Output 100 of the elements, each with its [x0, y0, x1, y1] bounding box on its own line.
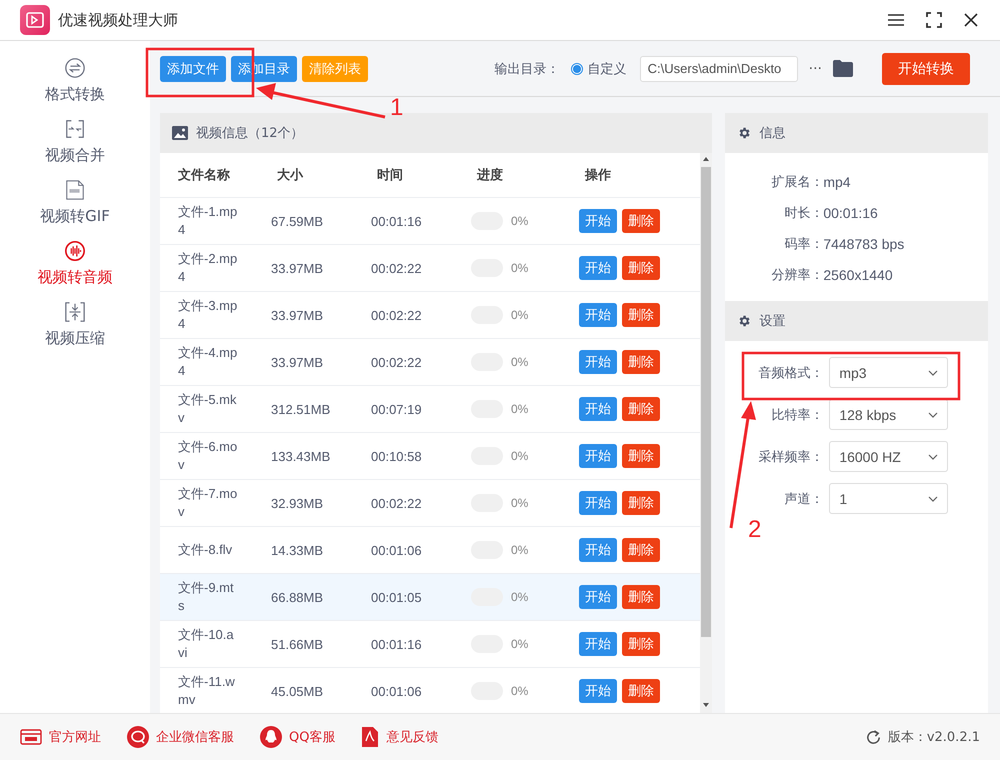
footer-link[interactable]: 官方网址: [20, 728, 101, 746]
progress-percent: 0%: [511, 261, 528, 275]
sidebar-item[interactable]: 视频压缩: [45, 301, 105, 348]
setting-dropdown[interactable]: 128 kbps: [829, 399, 948, 430]
file-duration: 00:02:22: [371, 496, 423, 510]
file-row[interactable]: 文件-1.mp4 67.59MB 00:01:16 0% 开始 删除: [160, 198, 700, 245]
document-icon: [361, 726, 380, 748]
setting-label: 音频格式：: [757, 364, 824, 382]
file-size: 312.51MB: [271, 402, 332, 416]
file-name: 文件-11.wmv: [178, 673, 236, 709]
start-button[interactable]: 开始: [579, 397, 617, 421]
column-header: 操作: [585, 167, 612, 184]
menu-icon[interactable]: [888, 14, 904, 26]
panel-title: 信息: [759, 125, 786, 142]
file-duration: 00:07:19: [371, 402, 423, 416]
file-size: 51.66MB: [271, 636, 324, 652]
delete-button[interactable]: 删除: [622, 303, 660, 327]
chat-icon: [127, 726, 149, 748]
delete-button[interactable]: 删除: [622, 209, 660, 233]
sound-wave-icon: [64, 240, 86, 262]
column-header: 时间: [377, 167, 404, 184]
footer-link[interactable]: 企业微信客服: [127, 726, 234, 748]
custom-radio[interactable]: 自定义: [570, 60, 627, 78]
setting-label: 声道：: [783, 490, 824, 508]
settings-icon: [737, 126, 752, 140]
scrollbar[interactable]: [700, 153, 712, 713]
start-button[interactable]: 开始: [579, 209, 617, 233]
progress-percent: 0%: [511, 402, 528, 416]
refresh-icon[interactable]: [864, 728, 882, 746]
delete-button[interactable]: 删除: [622, 632, 660, 656]
setting-dropdown[interactable]: 16000 HZ: [829, 441, 948, 472]
more-button[interactable]: ···: [808, 60, 822, 76]
chevron-down-icon: [928, 412, 938, 418]
file-size: 67.59MB: [271, 214, 324, 228]
info-value: 00:01:16: [823, 204, 878, 220]
file-duration: 00:01:16: [371, 636, 423, 652]
delete-button[interactable]: 删除: [622, 585, 660, 609]
setting-dropdown[interactable]: mp3: [829, 357, 948, 388]
sidebar-item[interactable]: 视频转音频: [38, 240, 112, 287]
file-name: 文件-4.mp4: [178, 344, 238, 380]
chevron-down-icon: [928, 454, 938, 460]
file-icon: [64, 179, 86, 201]
start-convert-button[interactable]: 开始转换: [882, 52, 970, 84]
file-duration: 00:01:16: [371, 214, 423, 228]
info-value: mp4: [823, 174, 851, 190]
file-row[interactable]: 文件-6.mov 133.43MB 00:10:58 0% 开始 删除: [160, 433, 700, 480]
setting-dropdown[interactable]: 1: [829, 483, 948, 514]
file-name: 文件-5.mkv: [178, 391, 238, 427]
start-button[interactable]: 开始: [579, 350, 617, 374]
delete-button[interactable]: 删除: [622, 256, 660, 280]
file-name: 文件-7.mov: [178, 485, 238, 521]
output-path-field[interactable]: C:\Users\admin\Deskto: [640, 56, 798, 82]
file-size: 133.43MB: [271, 448, 332, 464]
delete-button[interactable]: 删除: [622, 491, 660, 515]
swap-arrows-icon: [64, 57, 86, 79]
close-icon[interactable]: [964, 13, 978, 27]
file-name: 文件-2.mp4: [178, 250, 238, 286]
toolbar-button[interactable]: 添加文件: [160, 56, 226, 82]
sidebar-item[interactable]: 视频合并: [45, 118, 105, 165]
delete-button[interactable]: 删除: [622, 679, 660, 703]
info-value: 2560x1440: [823, 266, 893, 282]
sidebar-item[interactable]: 视频转GIF: [40, 179, 110, 226]
file-row[interactable]: 文件-4.mp4 33.97MB 00:02:22 0% 开始 删除: [160, 339, 700, 386]
start-button[interactable]: 开始: [579, 538, 617, 562]
file-name: 文件-6.mov: [178, 438, 238, 474]
start-button[interactable]: 开始: [579, 679, 617, 703]
file-row[interactable]: 文件-2.mp4 33.97MB 00:02:22 0% 开始 删除: [160, 245, 700, 292]
start-button[interactable]: 开始: [579, 491, 617, 515]
progress-percent: 0%: [511, 355, 528, 369]
start-button[interactable]: 开始: [579, 585, 617, 609]
footer-link[interactable]: QQ客服: [260, 726, 336, 748]
file-row[interactable]: 文件-9.mts 66.88MB 00:01:05 0% 开始 删除: [160, 574, 700, 621]
version-text: 版本：v2.0.2.1: [888, 729, 980, 746]
delete-button[interactable]: 删除: [622, 444, 660, 468]
file-row[interactable]: 文件-7.mov 32.93MB 00:02:22 0% 开始 删除: [160, 480, 700, 527]
start-button[interactable]: 开始: [579, 256, 617, 280]
start-button[interactable]: 开始: [579, 303, 617, 327]
file-size: 33.97MB: [271, 354, 324, 370]
app-logo-icon: [20, 5, 50, 35]
sidebar-item[interactable]: 格式转换: [45, 57, 105, 104]
info-value: 7448783 bps: [823, 236, 904, 252]
delete-button[interactable]: 删除: [622, 397, 660, 421]
browser-icon: [20, 729, 42, 745]
start-button[interactable]: 开始: [579, 632, 617, 656]
folder-icon[interactable]: [833, 60, 853, 77]
image-icon: [172, 126, 188, 140]
file-size: 14.33MB: [271, 542, 324, 558]
delete-button[interactable]: 删除: [622, 538, 660, 562]
file-row[interactable]: 文件-10.avi 51.66MB 00:01:16 0% 开始 删除: [160, 621, 700, 668]
panel-title: 设置: [759, 313, 786, 330]
delete-button[interactable]: 删除: [622, 350, 660, 374]
file-row[interactable]: 文件-3.mp4 33.97MB 00:02:22 0% 开始 删除: [160, 292, 700, 339]
file-row[interactable]: 文件-5.mkv 312.51MB 00:07:19 0% 开始 删除: [160, 386, 700, 433]
footer-link[interactable]: 意见反馈: [361, 726, 438, 748]
progress-percent: 0%: [511, 684, 528, 698]
annotation-number: 2: [748, 518, 762, 542]
start-button[interactable]: 开始: [579, 444, 617, 468]
file-duration: 00:01:06: [371, 542, 423, 558]
maximize-icon[interactable]: [926, 12, 942, 28]
info-label: 分辨率：: [770, 266, 824, 284]
